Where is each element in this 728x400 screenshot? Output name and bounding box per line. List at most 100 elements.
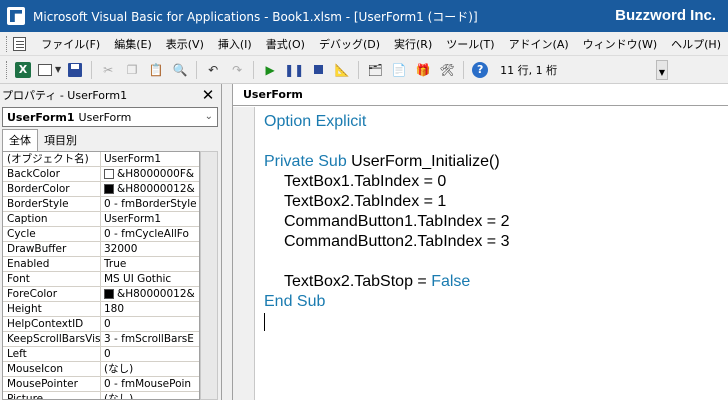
- menu-insert[interactable]: 挿入(I): [211, 36, 259, 52]
- property-row[interactable]: Font MS UI Gothic: [3, 272, 199, 287]
- object-dropdown[interactable]: UserForm: [233, 84, 728, 106]
- property-value[interactable]: (なし): [101, 362, 199, 376]
- property-value-text: 0 - fmMousePoin: [104, 378, 192, 390]
- menu-addins[interactable]: アドイン(A): [502, 36, 576, 52]
- binoculars-icon: 🔍: [172, 62, 188, 77]
- property-row[interactable]: BorderColor &H80000012&: [3, 182, 199, 197]
- property-row[interactable]: Picture (なし): [3, 392, 199, 399]
- object-browser-icon: 🎁: [415, 62, 431, 77]
- toolbar-overflow-button[interactable]: ▼: [656, 60, 668, 80]
- property-value[interactable]: 0: [101, 317, 199, 331]
- menu-file[interactable]: ファイル(F): [34, 36, 107, 52]
- window-title: Microsoft Visual Basic for Applications …: [33, 9, 478, 24]
- property-row[interactable]: MousePointer 0 - fmMousePoin: [3, 377, 199, 392]
- menu-debug[interactable]: デバッグ(D): [312, 36, 387, 52]
- code-line-tabstop: TextBox2.TabStop = False: [284, 272, 470, 292]
- menu-tools[interactable]: ツール(T): [439, 36, 501, 52]
- properties-window-button[interactable]: 📄: [389, 60, 409, 80]
- code-line-end-sub: End Sub: [264, 293, 326, 310]
- design-mode-button[interactable]: 📐: [332, 60, 352, 80]
- property-value[interactable]: True: [101, 257, 199, 271]
- insert-dropdown-arrow-icon[interactable]: ▼: [55, 65, 61, 74]
- code-window-menu-icon[interactable]: [12, 36, 27, 51]
- property-value[interactable]: (なし): [101, 392, 199, 399]
- paste-button[interactable]: 📋: [146, 60, 166, 80]
- property-value[interactable]: &H80000012&: [101, 287, 199, 301]
- property-value-text: UserForm1: [104, 213, 162, 225]
- help-button[interactable]: ?: [470, 60, 490, 80]
- property-row[interactable]: Left 0: [3, 347, 199, 362]
- property-value[interactable]: &H8000000F&: [101, 167, 199, 181]
- menu-view[interactable]: 表示(V): [159, 36, 211, 52]
- code-line: CommandButton1.TabIndex = 2: [284, 213, 510, 230]
- property-value[interactable]: &H80000012&: [101, 182, 199, 196]
- property-value[interactable]: UserForm1: [101, 152, 199, 166]
- menu-edit[interactable]: 編集(E): [107, 36, 159, 52]
- property-row[interactable]: ForeColor &H80000012&: [3, 287, 199, 302]
- view-excel-button[interactable]: X: [15, 61, 31, 78]
- property-value[interactable]: 180: [101, 302, 199, 316]
- property-value-text: 0 - fmCycleAllFo: [104, 228, 189, 240]
- property-row[interactable]: MouseIcon (なし): [3, 362, 199, 377]
- code-margin-indicator-bar[interactable]: [233, 107, 255, 400]
- chevron-down-icon: ▼: [658, 68, 666, 77]
- property-row[interactable]: DrawBuffer 32000: [3, 242, 199, 257]
- toolbar-grip-handle[interactable]: [6, 60, 9, 79]
- property-row[interactable]: Height 180: [3, 302, 199, 317]
- run-button[interactable]: ▶: [260, 60, 280, 80]
- project-explorer-button[interactable]: 🗂: [365, 60, 385, 80]
- object-browser-button[interactable]: 🎁: [413, 60, 433, 80]
- property-value[interactable]: 0 - fmBorderStyle: [101, 197, 199, 211]
- property-value[interactable]: 0 - fmCycleAllFo: [101, 227, 199, 241]
- property-value-text: True: [104, 258, 127, 270]
- property-row[interactable]: Caption UserForm1: [3, 212, 199, 227]
- properties-header: プロパティ - UserForm1: [0, 84, 222, 106]
- property-value[interactable]: 32000: [101, 242, 199, 256]
- break-button[interactable]: ❚❚: [284, 60, 304, 80]
- object-selector-dropdown[interactable]: UserForm1 UserForm ⌄: [2, 107, 218, 127]
- properties-title: プロパティ - UserForm1: [2, 89, 128, 102]
- property-value[interactable]: UserForm1: [101, 212, 199, 226]
- property-value[interactable]: MS UI Gothic: [101, 272, 199, 286]
- design-mode-icon: 📐: [334, 62, 350, 77]
- standard-toolbar: X ▼ ✂ ❐ 📋 🔍 ↶ ↷ ▶ ❚❚ 📐 🗂 📄 🎁 🛠 ? 11 行, 1…: [0, 56, 728, 84]
- insert-userform-button[interactable]: [35, 60, 55, 80]
- reset-button[interactable]: [308, 60, 328, 80]
- tab-alphabetic[interactable]: 全体: [2, 129, 38, 151]
- property-row[interactable]: Cycle 0 - fmCycleAllFo: [3, 227, 199, 242]
- save-button[interactable]: [65, 60, 85, 80]
- toolbox-button[interactable]: 🛠: [437, 60, 457, 80]
- property-value[interactable]: 0 - fmMousePoin: [101, 377, 199, 391]
- toolbar-separator: [463, 60, 465, 79]
- code-editor[interactable]: Option Explicit Private Sub UserForm_Ini…: [255, 107, 728, 400]
- properties-scrollbar[interactable]: [200, 151, 218, 400]
- copy-button[interactable]: ❐: [122, 60, 142, 80]
- close-properties-button[interactable]: ✕: [199, 86, 217, 104]
- menu-run[interactable]: 実行(R): [387, 36, 439, 52]
- property-row[interactable]: Enabled True: [3, 257, 199, 272]
- menu-window[interactable]: ウィンドウ(W): [576, 36, 664, 52]
- property-row[interactable]: BorderStyle 0 - fmBorderStyle: [3, 197, 199, 212]
- redo-button[interactable]: ↷: [227, 60, 247, 80]
- vba-app-icon[interactable]: [7, 7, 25, 25]
- menu-format[interactable]: 書式(O): [259, 36, 312, 52]
- property-value-text: &H80000012&: [117, 183, 195, 195]
- chevron-down-icon: ⌄: [204, 111, 213, 122]
- property-row[interactable]: BackColor &H8000000F&: [3, 167, 199, 182]
- menu-grip-handle[interactable]: [6, 35, 9, 52]
- menu-help[interactable]: ヘルプ(H): [664, 36, 728, 52]
- brand-watermark: Buzzword Inc.: [615, 7, 716, 24]
- selected-object-name: UserForm1: [7, 110, 75, 124]
- undo-button[interactable]: ↶: [203, 60, 223, 80]
- property-row[interactable]: HelpContextID 0: [3, 317, 199, 332]
- tab-categorized[interactable]: 項目別: [38, 130, 83, 151]
- cut-button[interactable]: ✂: [98, 60, 118, 80]
- property-value-text: 180: [104, 303, 125, 315]
- property-row[interactable]: (オブジェクト名) UserForm1: [3, 152, 199, 167]
- property-row[interactable]: KeepScrollBarsVis 3 - fmScrollBarsE: [3, 332, 199, 347]
- property-name: BackColor: [3, 167, 101, 181]
- find-button[interactable]: 🔍: [170, 60, 190, 80]
- properties-icon: 📄: [391, 62, 407, 77]
- property-value[interactable]: 3 - fmScrollBarsE: [101, 332, 199, 346]
- property-value[interactable]: 0: [101, 347, 199, 361]
